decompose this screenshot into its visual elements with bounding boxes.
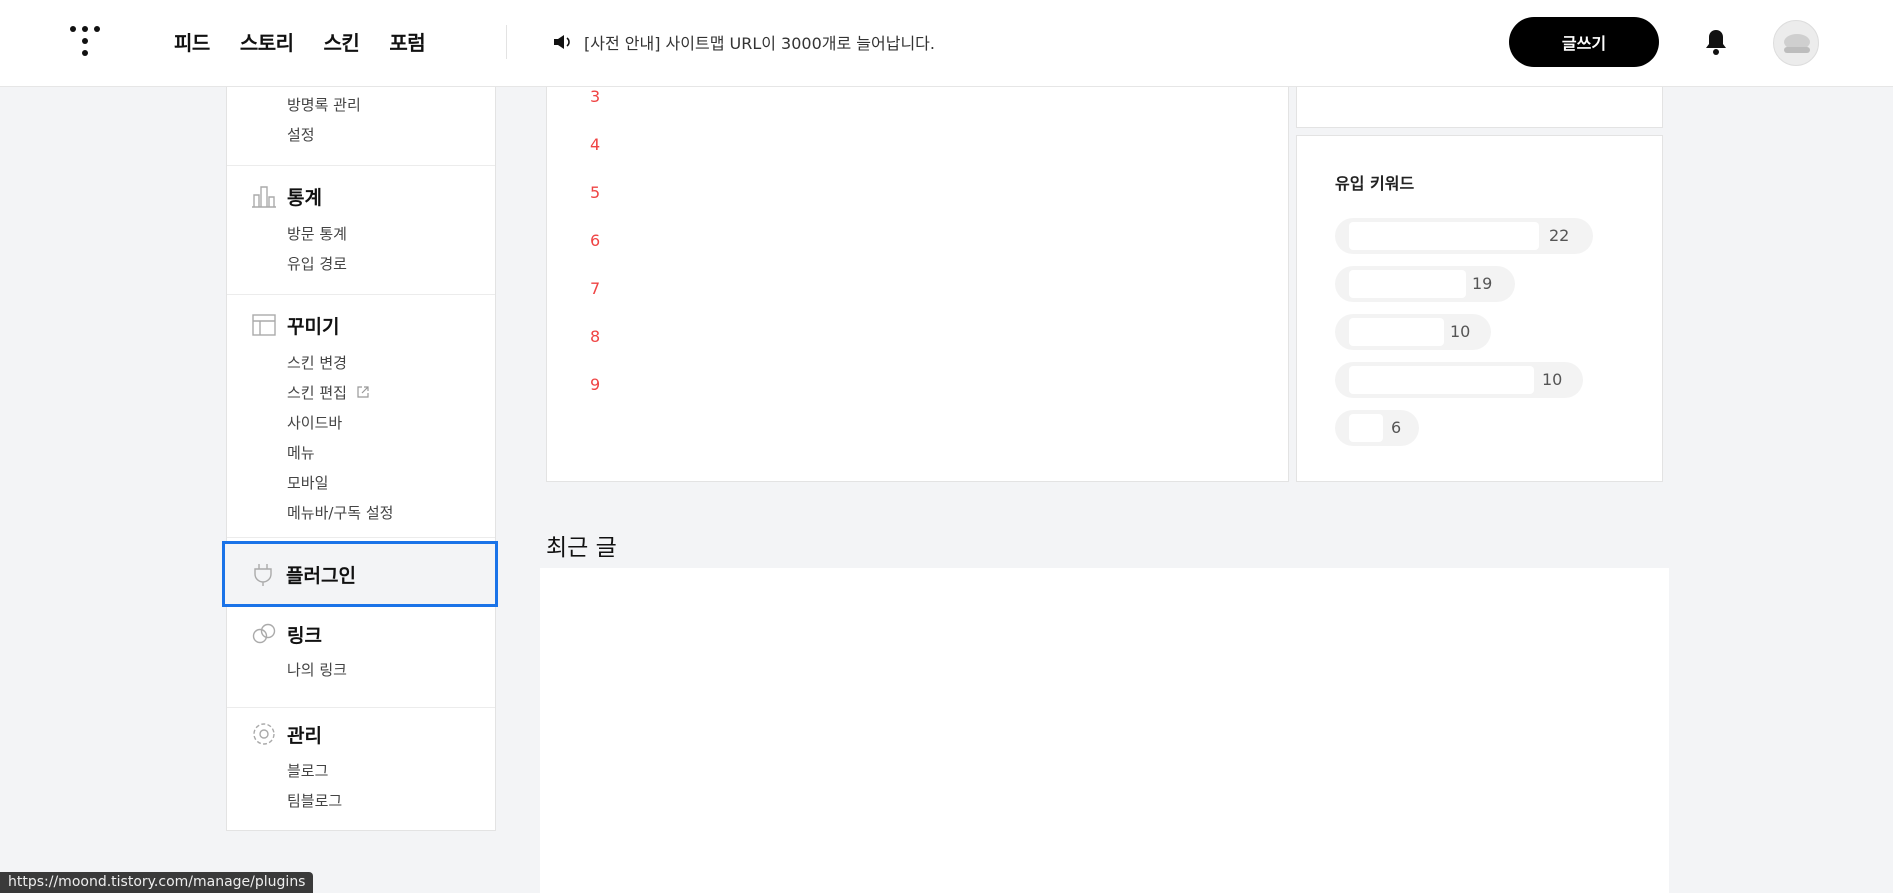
sidebar-item-my-link[interactable]: 나의 링크 xyxy=(287,659,347,680)
bell-icon[interactable] xyxy=(1704,28,1728,56)
keyword-bar xyxy=(1349,270,1466,298)
keyword-count: 22 xyxy=(1549,226,1570,245)
rank-number: 4 xyxy=(590,135,601,154)
popular-posts-card: 3 4 5 6 7 8 9 xyxy=(546,87,1289,482)
sidebar-group-link: 링크 나의 링크 xyxy=(227,608,495,708)
keyword-row[interactable]: 19 xyxy=(1335,266,1515,302)
sidebar-title-stats[interactable]: 통계 xyxy=(287,183,322,210)
keyword-bar xyxy=(1349,366,1534,394)
keyword-row[interactable]: 6 xyxy=(1335,410,1419,446)
logo-dot xyxy=(82,38,88,44)
sidebar-item-sidebar[interactable]: 사이드바 xyxy=(287,412,342,433)
sidebar-title-manage[interactable]: 관리 xyxy=(287,721,322,748)
keyword-count: 10 xyxy=(1542,370,1563,389)
logo-dot xyxy=(94,26,100,32)
sidebar-item-team-blog[interactable]: 팀블로그 xyxy=(287,790,342,811)
keyword-count: 10 xyxy=(1450,322,1471,341)
sidebar-item-settings[interactable]: 설정 xyxy=(287,124,315,145)
header-divider xyxy=(506,25,507,59)
recent-posts-card xyxy=(540,568,1669,893)
admin-sidebar: 방명록 관리 설정 통계 방문 통계 유입 경로 꾸미기 스킨 변경 스킨 편집… xyxy=(226,87,496,831)
notice-banner[interactable]: [사전 안내] 사이트맵 URL이 3000개로 늘어납니다. xyxy=(552,30,935,54)
layout-icon xyxy=(252,314,276,336)
logo-dot xyxy=(82,50,88,56)
sidebar-group-manage: 관리 블로그 팀블로그 xyxy=(227,709,495,830)
bar-chart-icon xyxy=(252,186,276,208)
notice-text: [사전 안내] 사이트맵 URL이 3000개로 늘어납니다. xyxy=(584,34,935,53)
nav-feed[interactable]: 피드 xyxy=(174,27,210,56)
nav-story[interactable]: 스토리 xyxy=(240,27,294,56)
link-icon xyxy=(252,623,276,644)
sidebar-item-mobile[interactable]: 모바일 xyxy=(287,472,328,493)
avatar[interactable] xyxy=(1773,20,1819,66)
keyword-count: 6 xyxy=(1391,418,1402,437)
status-bar-url: https://moond.tistory.com/manage/plugins xyxy=(0,872,314,893)
rank-number: 6 xyxy=(590,231,601,250)
referrer-card xyxy=(1296,87,1663,128)
rank-number: 7 xyxy=(590,279,601,298)
sidebar-item-menubar-subscribe[interactable]: 메뉴바/구독 설정 xyxy=(287,502,393,523)
tistory-logo[interactable] xyxy=(68,24,102,58)
sidebar-item-visit-stats[interactable]: 방문 통계 xyxy=(287,223,347,244)
keyword-row[interactable]: 10 xyxy=(1335,362,1583,398)
sidebar-group-stats: 통계 방문 통계 유입 경로 xyxy=(227,167,495,295)
nav-skin[interactable]: 스킨 xyxy=(324,27,360,56)
rank-number: 8 xyxy=(590,327,601,346)
logo-dot xyxy=(82,26,88,32)
keyword-card-title: 유입 키워드 xyxy=(1335,174,1415,193)
sidebar-item-blog[interactable]: 블로그 xyxy=(287,760,328,781)
keyword-bar xyxy=(1349,222,1539,250)
avatar-icon xyxy=(1784,34,1810,53)
speaker-icon xyxy=(554,35,570,49)
external-link-icon xyxy=(357,386,369,398)
rank-number: 5 xyxy=(590,183,601,202)
sidebar-item-skin-edit-label: 스킨 편집 xyxy=(287,384,347,402)
keyword-bar xyxy=(1349,318,1444,346)
global-nav: 피드 스토리 스킨 포럼 xyxy=(174,27,455,56)
sidebar-item-skin-edit[interactable]: 스킨 편집 xyxy=(287,382,370,403)
rank-number: 9 xyxy=(590,375,601,394)
keyword-bar xyxy=(1349,414,1383,442)
sidebar-item-plugin[interactable]: 플러그인 xyxy=(222,541,498,607)
sidebar-title-plugin: 플러그인 xyxy=(286,565,356,587)
plug-icon xyxy=(254,564,272,586)
sidebar-group-top: 방명록 관리 설정 xyxy=(227,87,495,166)
sidebar-item-skin-change[interactable]: 스킨 변경 xyxy=(287,352,347,373)
keyword-row[interactable]: 22 xyxy=(1335,218,1593,254)
keyword-card: 유입 키워드 22 19 10 10 6 xyxy=(1296,135,1663,482)
sidebar-group-decorate: 꾸미기 스킨 변경 스킨 편집 사이드바 메뉴 모바일 메뉴바/구독 설정 xyxy=(227,296,495,538)
nav-forum[interactable]: 포럼 xyxy=(389,27,425,56)
logo-dot xyxy=(70,26,76,32)
write-button[interactable]: 글쓰기 xyxy=(1509,17,1659,67)
gear-icon xyxy=(253,723,275,745)
top-bar: 피드 스토리 스킨 포럼 [사전 안내] 사이트맵 URL이 3000개로 늘어… xyxy=(0,0,1893,87)
sidebar-item-guestbook[interactable]: 방명록 관리 xyxy=(287,94,361,115)
sidebar-item-menu[interactable]: 메뉴 xyxy=(287,442,315,463)
keyword-count: 19 xyxy=(1472,274,1493,293)
recent-posts-title: 최근 글 xyxy=(546,535,617,561)
sidebar-title-decorate[interactable]: 꾸미기 xyxy=(287,312,339,339)
keyword-row[interactable]: 10 xyxy=(1335,314,1491,350)
sidebar-title-link[interactable]: 링크 xyxy=(287,621,322,648)
sidebar-item-referrer[interactable]: 유입 경로 xyxy=(287,253,347,274)
rank-number: 3 xyxy=(590,87,601,106)
